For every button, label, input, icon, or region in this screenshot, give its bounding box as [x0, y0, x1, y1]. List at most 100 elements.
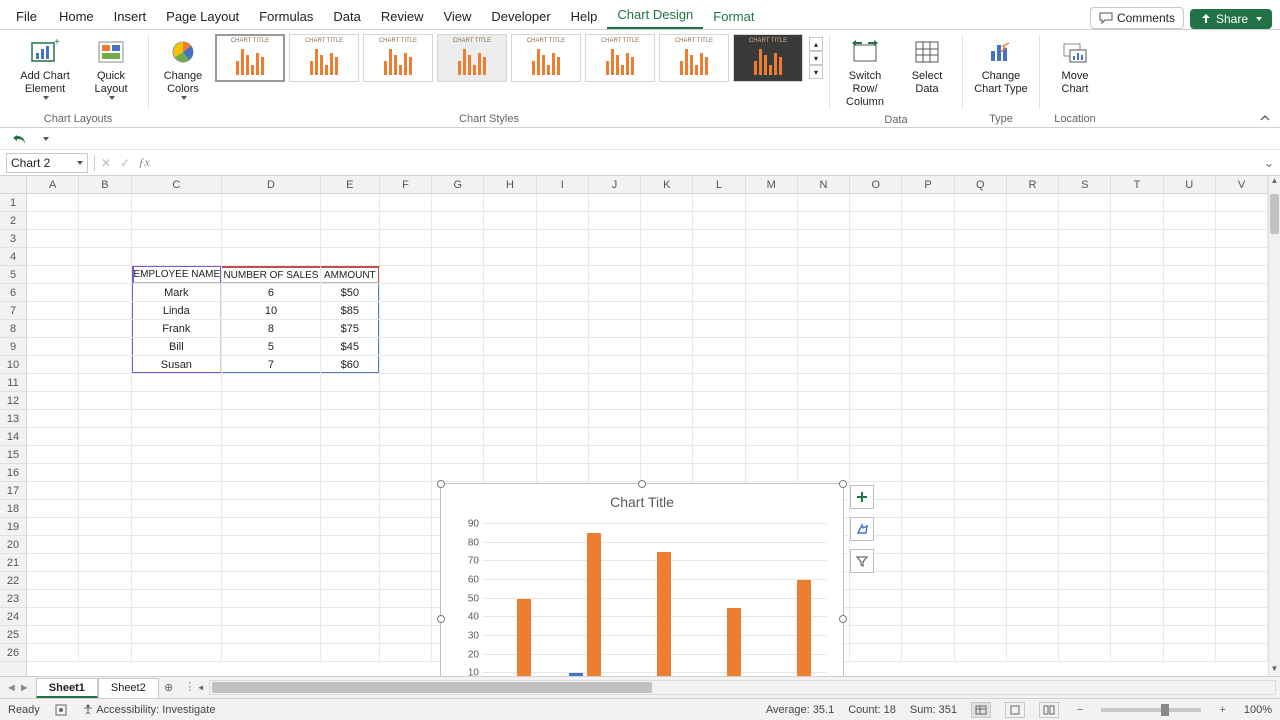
cell[interactable]	[27, 590, 79, 608]
cell[interactable]	[1007, 482, 1059, 500]
cell[interactable]	[1111, 590, 1163, 608]
cell[interactable]	[484, 230, 536, 248]
cell[interactable]	[484, 284, 536, 302]
cell[interactable]: $50	[321, 284, 380, 302]
cell[interactable]: $75	[321, 320, 380, 338]
cell[interactable]	[589, 392, 641, 410]
cell[interactable]	[850, 374, 902, 392]
cell[interactable]	[693, 392, 745, 410]
cell[interactable]	[132, 248, 223, 266]
cell[interactable]	[222, 194, 321, 212]
cell[interactable]: Susan	[132, 356, 223, 374]
cell[interactable]	[1007, 320, 1059, 338]
cell[interactable]	[79, 374, 131, 392]
cell[interactable]	[955, 230, 1007, 248]
cell[interactable]	[1216, 572, 1268, 590]
cell[interactable]	[1164, 230, 1216, 248]
formula-bar-input[interactable]	[158, 153, 1264, 173]
cell[interactable]	[955, 392, 1007, 410]
chart-style-1[interactable]: CHART TITLE	[215, 34, 285, 82]
cell[interactable]	[27, 482, 79, 500]
cell[interactable]	[1216, 194, 1268, 212]
chart-bar-series2[interactable]	[727, 608, 741, 676]
cell[interactable]	[955, 194, 1007, 212]
cell[interactable]	[589, 212, 641, 230]
row-header[interactable]: 9	[0, 338, 26, 356]
column-header[interactable]: J	[589, 176, 641, 193]
cell[interactable]	[222, 518, 321, 536]
cell[interactable]: NUMBER OF SALES	[222, 266, 321, 284]
cell[interactable]	[641, 338, 693, 356]
cell[interactable]	[380, 464, 432, 482]
cell[interactable]	[132, 446, 223, 464]
cell[interactable]	[380, 392, 432, 410]
cell[interactable]	[1164, 608, 1216, 626]
cell[interactable]	[589, 248, 641, 266]
cell[interactable]	[79, 194, 131, 212]
cell[interactable]	[902, 338, 954, 356]
cell[interactable]	[641, 194, 693, 212]
cell[interactable]	[693, 428, 745, 446]
cell[interactable]	[132, 374, 223, 392]
cell[interactable]	[27, 284, 79, 302]
cell[interactable]	[1216, 248, 1268, 266]
cell[interactable]	[902, 500, 954, 518]
cell[interactable]	[27, 572, 79, 590]
cell[interactable]	[798, 266, 850, 284]
cell[interactable]	[1164, 410, 1216, 428]
move-chart-button[interactable]: Move Chart	[1046, 34, 1104, 99]
cell[interactable]	[641, 410, 693, 428]
cell[interactable]	[1059, 320, 1111, 338]
cell[interactable]	[1111, 248, 1163, 266]
column-header[interactable]: P	[902, 176, 954, 193]
cell[interactable]	[746, 248, 798, 266]
row-header[interactable]: 8	[0, 320, 26, 338]
cell[interactable]	[850, 230, 902, 248]
cell[interactable]	[537, 302, 589, 320]
cell[interactable]	[27, 374, 79, 392]
horizontal-scrollbar-thumb[interactable]	[212, 682, 652, 693]
row-header[interactable]: 13	[0, 410, 26, 428]
cell[interactable]	[79, 356, 131, 374]
cell[interactable]	[641, 356, 693, 374]
cell[interactable]	[380, 428, 432, 446]
chart-style-3[interactable]: CHART TITLE	[363, 34, 433, 82]
cell[interactable]	[222, 446, 321, 464]
cell[interactable]	[222, 464, 321, 482]
cell[interactable]	[222, 248, 321, 266]
cell[interactable]	[537, 464, 589, 482]
cell[interactable]	[850, 464, 902, 482]
cell[interactable]	[380, 608, 432, 626]
cell[interactable]	[222, 590, 321, 608]
cell[interactable]	[537, 194, 589, 212]
cell[interactable]	[132, 590, 223, 608]
cell[interactable]	[850, 320, 902, 338]
cell[interactable]	[1059, 212, 1111, 230]
cell[interactable]	[1111, 266, 1163, 284]
cell[interactable]	[321, 554, 380, 572]
cell[interactable]	[1164, 356, 1216, 374]
add-sheet-button[interactable]: ⊕	[159, 677, 179, 698]
vertical-scrollbar-thumb[interactable]	[1270, 194, 1279, 234]
chart-style-8[interactable]: CHART TITLE	[733, 34, 803, 82]
cell[interactable]	[693, 338, 745, 356]
cell[interactable]	[955, 644, 1007, 662]
cell[interactable]	[27, 428, 79, 446]
cell[interactable]	[79, 446, 131, 464]
row-header[interactable]: 19	[0, 518, 26, 536]
chart-plot-area[interactable]: 0102030405060708090MarkLindaFrankBillSus…	[483, 524, 827, 676]
cell[interactable]	[746, 302, 798, 320]
tab-review[interactable]: Review	[371, 3, 434, 29]
cell[interactable]	[432, 338, 484, 356]
cell[interactable]	[589, 320, 641, 338]
cell[interactable]	[1164, 320, 1216, 338]
cell[interactable]	[1059, 302, 1111, 320]
cell[interactable]	[902, 230, 954, 248]
cell[interactable]	[321, 518, 380, 536]
cell[interactable]	[589, 338, 641, 356]
row-header[interactable]: 21	[0, 554, 26, 572]
cell[interactable]	[79, 518, 131, 536]
row-header[interactable]: 7	[0, 302, 26, 320]
cell[interactable]	[321, 464, 380, 482]
cell[interactable]	[902, 320, 954, 338]
